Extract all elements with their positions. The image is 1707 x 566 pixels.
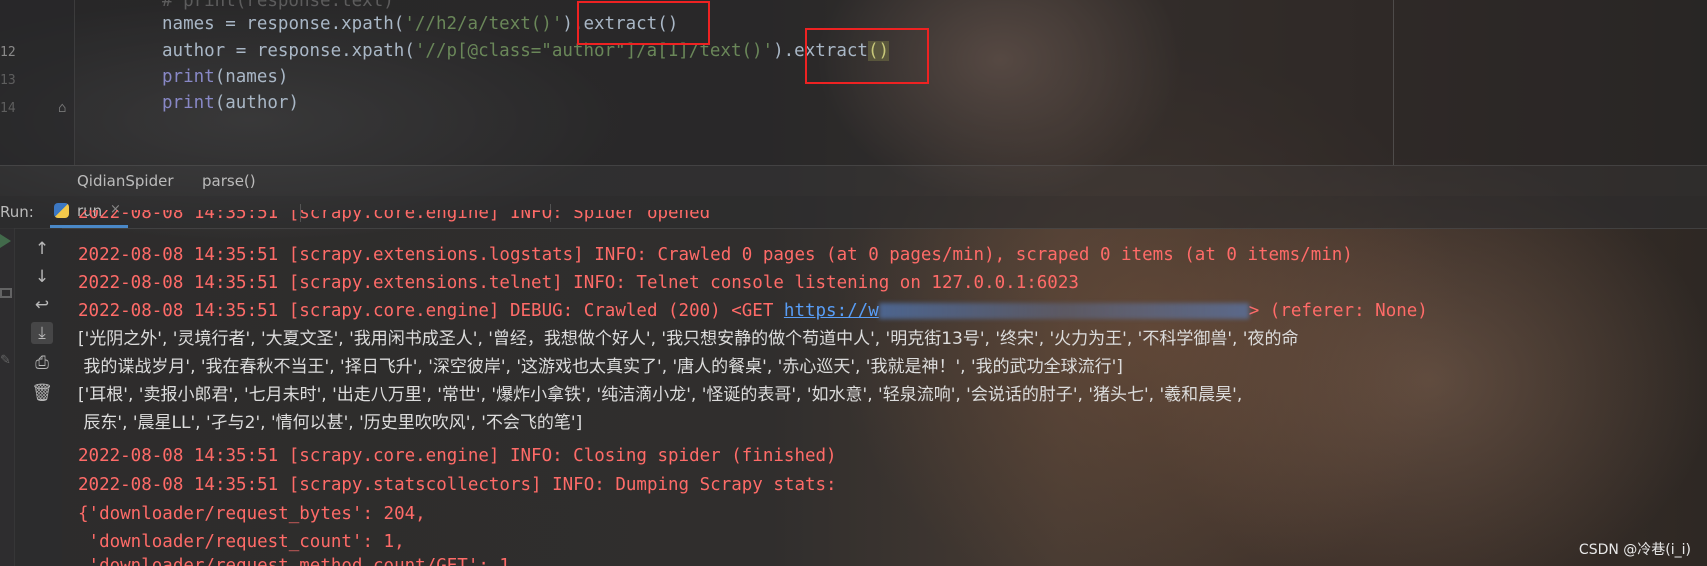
- console-toolbar: ↑ ↓ ↩ ⤓ ⎙ 🗑: [0, 228, 62, 566]
- code-string: '//h2/a/text()': [404, 14, 563, 34]
- watermark: CSDN @冷巷(i_i): [1578, 542, 1691, 558]
- code-var: author: [162, 41, 226, 61]
- code-op: = response.xpath(: [214, 14, 405, 34]
- console-line: 2022-08-08 14:35:51 [scrapy.core.engine]…: [78, 446, 837, 466]
- scroll-to-end-icon[interactable]: ⤓: [31, 322, 53, 344]
- code-line-print-names: print(names): [162, 64, 288, 90]
- console-line: 2022-08-08 14:35:51 [scrapy.extensions.l…: [78, 245, 1353, 265]
- breadcrumb-class[interactable]: QidianSpider: [77, 172, 174, 190]
- console-line: 'downloader/request_count': 1,: [78, 532, 405, 552]
- scroll-down-icon[interactable]: ↓: [31, 266, 53, 288]
- editor-gutter: 12 13 14 ⌂: [0, 0, 75, 165]
- authors-list-line: 辰东', '晨星LL', '孑与2', '情何以甚', '历史里吹吹风', '不…: [78, 413, 583, 433]
- code-var: names: [162, 14, 215, 34]
- names-list-line: 我的谍战岁月', '我在春秋不当王', '择日飞升', '深空彼岸', '这游戏…: [78, 357, 1123, 377]
- annotation-box-extract-author: [805, 28, 929, 84]
- code-args: (names): [214, 67, 289, 87]
- line-number: 12: [0, 45, 16, 60]
- console-line: 2022-08-08 14:35:51 [scrapy.statscollect…: [78, 475, 837, 495]
- line-number: 13: [0, 73, 16, 88]
- console-line: 2022-08-08 14:35:51 [scrapy.extensions.t…: [78, 273, 1079, 293]
- request-url-link[interactable]: https://w: [784, 301, 879, 321]
- line-number: 14: [0, 101, 16, 116]
- console-line: {'downloader/request_bytes': 204,: [78, 504, 426, 524]
- soft-wrap-icon[interactable]: ↩: [31, 294, 53, 316]
- code-editor[interactable]: 12 13 14 ⌂ # print(response.text) names …: [0, 0, 1707, 165]
- print-icon[interactable]: ⎙: [31, 352, 53, 374]
- code-line-author: author = response.xpath('//p[@class="aut…: [162, 38, 890, 64]
- breadcrumb-method[interactable]: parse(): [202, 172, 256, 190]
- console-line-partial: 2022-08-08 14:35:51 [scrapy.core.engine]…: [78, 210, 711, 223]
- breadcrumb: QidianSpider parse(): [0, 165, 1707, 196]
- python-icon: [54, 203, 69, 218]
- code-builtin: print: [162, 67, 215, 87]
- code-op: = response.xpath(: [225, 41, 415, 61]
- code-args: (author): [214, 93, 299, 113]
- annotation-box-extract-names: [577, 1, 710, 45]
- scroll-up-icon[interactable]: ↑: [31, 238, 53, 260]
- code-line-print-author: print(author): [162, 90, 299, 116]
- console-line-partial: 'downloader/request_method_count/GET': 1…: [78, 556, 521, 566]
- authors-list-line: ['耳根', '卖报小郎君', '七月未时', '出走八万里', '常世', '…: [78, 385, 1243, 405]
- trash-icon[interactable]: 🗑: [31, 382, 53, 404]
- console-names-output-cont: 我的谍战岁月', '我在春秋不当王', '择日飞升', '深空彼岸', '这游戏…: [78, 353, 1123, 381]
- names-list-line: ['光阴之外', '灵境行者', '大夏文圣', '我用闲书成圣人', '曾经，…: [78, 329, 1299, 349]
- console-text: > (referer: None): [1248, 301, 1428, 321]
- run-label: Run:: [0, 203, 34, 221]
- redacted-url: [878, 303, 1249, 319]
- fold-icon[interactable]: ⌂: [58, 100, 66, 116]
- console-text: 2022-08-08 14:35:51 [scrapy.core.engine]…: [78, 301, 784, 321]
- console-names-output: ['光阴之外', '灵境行者', '大夏文圣', '我用闲书成圣人', '曾经，…: [78, 325, 1707, 353]
- console-authors-output: ['耳根', '卖报小郎君', '七月未时', '出走八万里', '常世', '…: [78, 381, 1707, 409]
- right-margin-guide: [1393, 0, 1394, 165]
- console-authors-output-cont: 辰东', '晨星LL', '孑与2', '情何以甚', '历史里吹吹风', '不…: [78, 409, 582, 437]
- console-line-get: 2022-08-08 14:35:51 [scrapy.core.engine]…: [78, 297, 1428, 325]
- code-builtin: print: [162, 93, 215, 113]
